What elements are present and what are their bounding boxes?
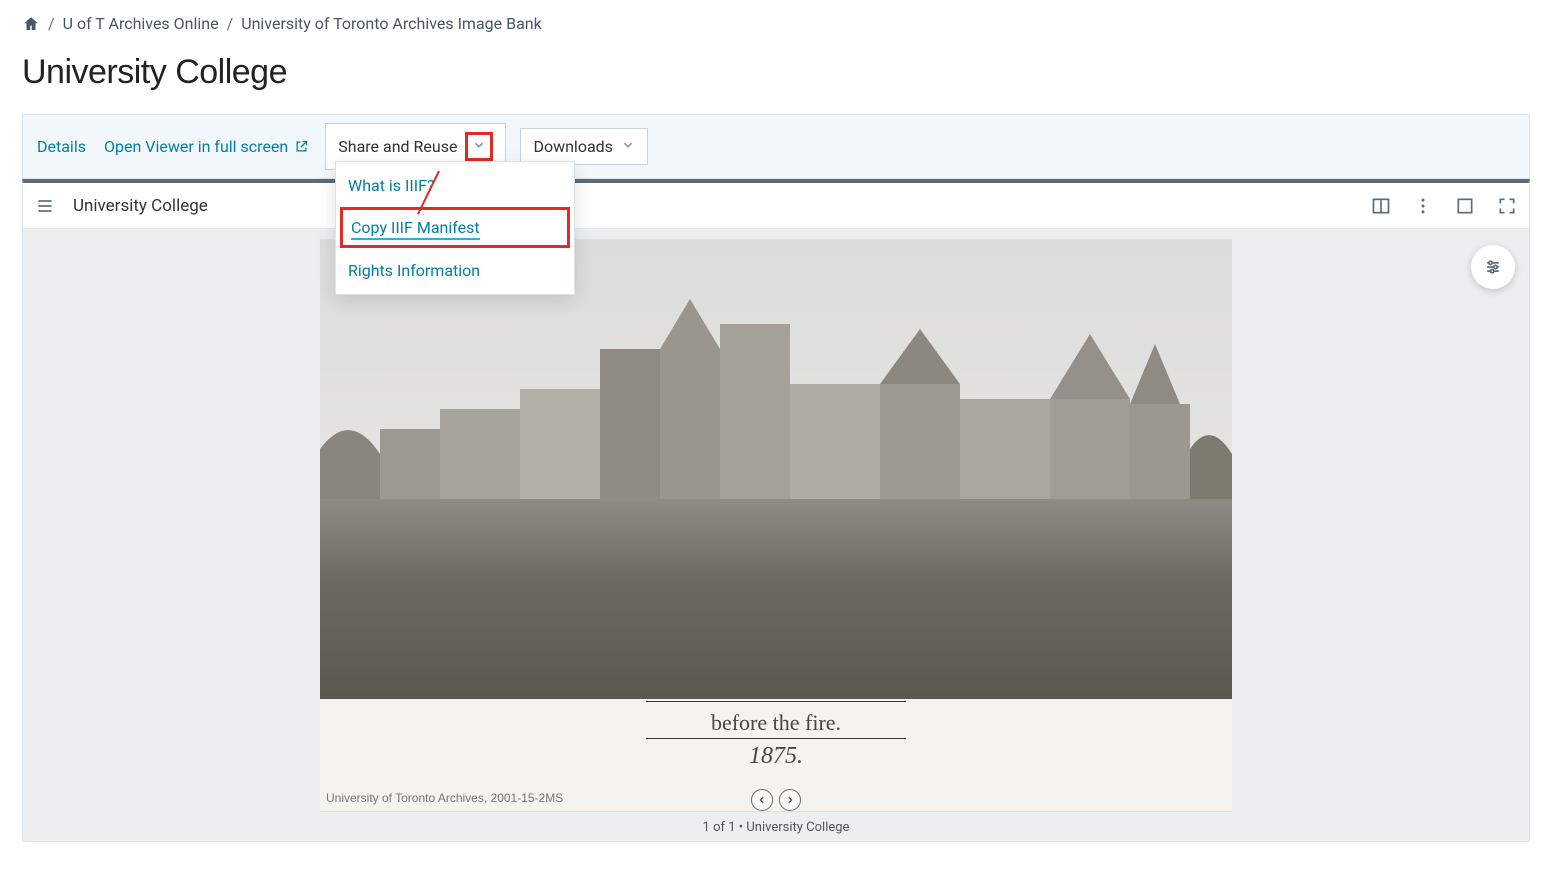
prev-page-button[interactable] (751, 789, 773, 811)
photo-credit: University of Toronto Archives, 2001-15-… (326, 791, 563, 805)
tab-details[interactable]: Details (35, 131, 88, 162)
page-title: University College (0, 41, 1552, 114)
menu-item-copy-iiif-manifest[interactable]: Copy IIIF Manifest (340, 207, 570, 248)
expand-window-icon[interactable] (1455, 196, 1475, 216)
building-silhouette (320, 289, 1232, 499)
page-indicator: 1 of 1 • University College (703, 820, 850, 835)
share-reuse-menu: What is IIIF? Copy IIIF Manifest Rights … (335, 161, 575, 295)
annotation-callout-chevron (465, 132, 493, 161)
compare-view-icon[interactable] (1371, 196, 1391, 216)
image-viewer: University College (22, 179, 1530, 842)
menu-item-rights-information[interactable]: Rights Information (336, 246, 574, 294)
external-link-icon (294, 139, 309, 154)
chevron-down-icon (621, 137, 635, 156)
share-reuse-label: Share and Reuse (338, 137, 457, 156)
next-page-button[interactable] (779, 789, 801, 811)
more-options-icon[interactable] (1413, 196, 1433, 216)
open-viewer-fullscreen-link[interactable]: Open Viewer in full screen (102, 131, 311, 162)
viewer-title: University College (73, 196, 208, 216)
downloads-label: Downloads (533, 137, 612, 156)
toolbar: Details Open Viewer in full screen Share… (22, 114, 1530, 179)
viewer-topbar: University College (23, 183, 1529, 229)
image-settings-icon[interactable] (1471, 245, 1515, 289)
open-viewer-label: Open Viewer in full screen (104, 137, 288, 156)
breadcrumb-link-archives-online[interactable]: U of T Archives Online (63, 14, 219, 33)
breadcrumb-separator: / (48, 14, 55, 33)
menu-item-copy-iiif-manifest-label: Copy IIIF Manifest (351, 218, 480, 240)
breadcrumb-separator: / (227, 14, 234, 33)
breadcrumb-link-image-bank[interactable]: University of Toronto Archives Image Ban… (241, 14, 542, 33)
viewer-stage[interactable]: before the fire. 1875. University of Tor… (23, 229, 1529, 841)
downloads-dropdown[interactable]: Downloads (520, 128, 647, 165)
breadcrumb: / U of T Archives Online / University of… (0, 0, 1552, 41)
fullscreen-icon[interactable] (1497, 196, 1517, 216)
chevron-down-icon (472, 137, 486, 156)
menu-icon[interactable] (35, 196, 55, 216)
archival-photo: before the fire. 1875. University of Tor… (320, 239, 1232, 811)
menu-item-what-is-iiif[interactable]: What is IIIF? (336, 162, 574, 209)
caption-year: 1875. (320, 741, 1232, 770)
page-nav-arrows (751, 789, 801, 811)
caption-line: before the fire. (320, 704, 1232, 736)
home-icon[interactable] (22, 15, 40, 33)
